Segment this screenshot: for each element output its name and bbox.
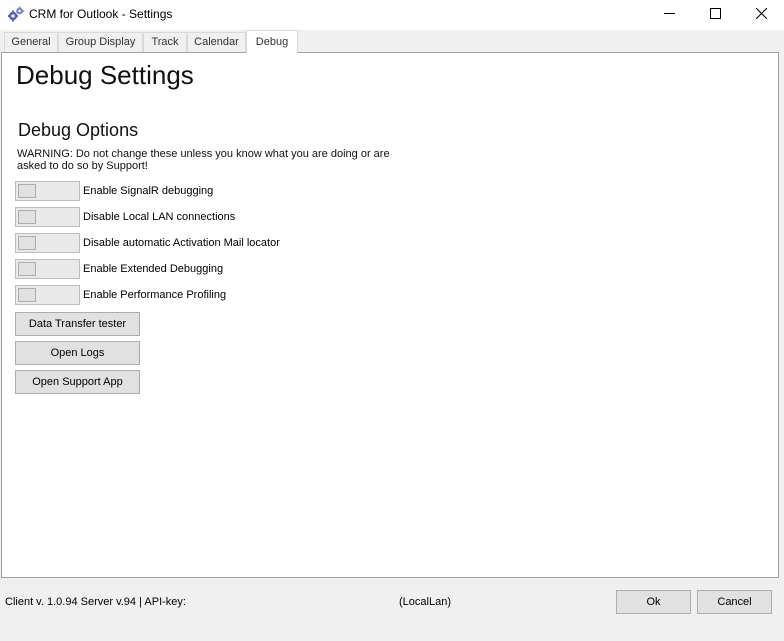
- option-label: Disable automatic Activation Mail locato…: [83, 237, 280, 249]
- toggle-knob: [18, 262, 36, 276]
- tab-debug[interactable]: Debug: [246, 30, 298, 53]
- toggle-switch[interactable]: [15, 285, 80, 305]
- toggle-knob: [18, 236, 36, 250]
- cancel-button[interactable]: Cancel: [697, 590, 772, 614]
- open-support-app-button[interactable]: Open Support App: [15, 370, 140, 394]
- toggle-knob: [18, 288, 36, 302]
- tab-calendar[interactable]: Calendar: [187, 32, 246, 52]
- status-text: Client v. 1.0.94 Server v.94 | API-key:: [5, 596, 186, 608]
- toggle-switch[interactable]: [15, 233, 80, 253]
- data-transfer-tester-button[interactable]: Data Transfer tester: [15, 312, 140, 336]
- option-label: Enable Extended Debugging: [83, 263, 224, 275]
- toggle-switch[interactable]: [15, 259, 80, 279]
- minimize-button[interactable]: [646, 0, 692, 30]
- toggle-knob: [18, 184, 36, 198]
- minimize-icon: [663, 8, 675, 22]
- page-title: Debug Settings: [16, 60, 194, 90]
- open-logs-button[interactable]: Open Logs: [15, 341, 140, 365]
- connection-mode: (LocalLan): [399, 596, 451, 608]
- section-title: Debug Options: [18, 120, 139, 140]
- debug-tab-panel: Debug Settings Debug Options WARNING: Do…: [1, 52, 779, 578]
- maximize-button[interactable]: [692, 0, 738, 30]
- option-label: Enable Performance Profiling: [83, 289, 227, 301]
- toggle-switch[interactable]: [15, 207, 80, 227]
- title-bar: CRM for Outlook - Settings: [0, 0, 784, 30]
- tab-general[interactable]: General: [4, 32, 58, 52]
- tab-track[interactable]: Track: [143, 32, 187, 52]
- window-title: CRM for Outlook - Settings: [29, 7, 173, 21]
- maximize-icon: [709, 8, 721, 22]
- option-label: Disable Local LAN connections: [83, 211, 236, 223]
- toggle-knob: [18, 210, 36, 224]
- app-gears-icon: [7, 6, 25, 22]
- close-button[interactable]: [738, 0, 784, 30]
- tab-group-display[interactable]: Group Display: [58, 32, 143, 52]
- option-label: Enable SignalR debugging: [83, 185, 214, 197]
- warning-text: WARNING: Do not change these unless you …: [17, 148, 390, 172]
- close-icon: [755, 7, 767, 22]
- ok-button[interactable]: Ok: [616, 590, 691, 614]
- toggle-switch[interactable]: [15, 181, 80, 201]
- bottom-strip: [0, 618, 784, 641]
